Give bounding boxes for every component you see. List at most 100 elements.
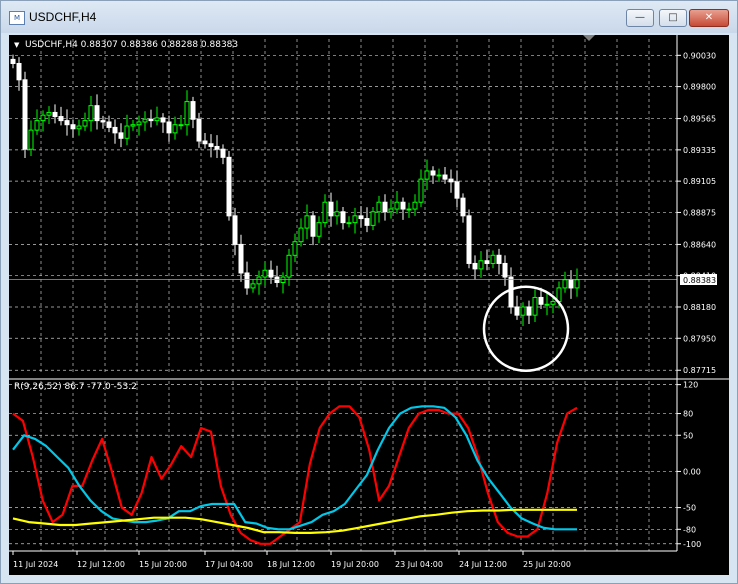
candle-down — [400, 201, 406, 210]
candle-up — [370, 211, 376, 226]
price-chart-title: USDCHF,H4 0.88307 0.88386 0.88288 0.8838… — [25, 40, 238, 50]
current-price-label: 0.88383 — [683, 276, 716, 285]
candle-up — [388, 208, 394, 213]
title-bar[interactable]: M USDCHF,H4 — □ ✕ — [1, 1, 737, 33]
candle-up — [130, 124, 136, 127]
chart-menu-arrow-icon[interactable]: ▼ — [14, 41, 20, 49]
candle-up — [574, 279, 580, 289]
candle-up — [256, 276, 262, 285]
candle-down — [10, 58, 16, 64]
candle-up — [418, 178, 424, 203]
candle-up — [286, 254, 292, 278]
time-tick-label: 25 Jul 20:00 — [523, 560, 571, 569]
candle-up — [280, 276, 286, 283]
candle-up — [262, 269, 268, 278]
price-tick-label: 0.88180 — [683, 303, 716, 312]
candle-down — [148, 118, 154, 122]
candle-down — [160, 117, 166, 123]
price-tick-label: 0.89800 — [683, 83, 716, 92]
candle-down — [196, 118, 202, 142]
osc-tick-label: 0.00 — [683, 467, 701, 476]
price-candles — [9, 54, 677, 372]
candle-up — [490, 254, 496, 264]
candle-down — [274, 276, 280, 283]
chart-area[interactable]: 0.90030 0.89800 0.89565 0.89335 0.89105 0.888… — [9, 35, 729, 575]
candle-down — [244, 272, 250, 289]
candle-up — [178, 124, 184, 127]
candle-down — [442, 174, 448, 180]
candle-up — [124, 125, 130, 139]
candle-down — [568, 279, 574, 289]
candle-down — [100, 120, 106, 123]
candle-down — [382, 201, 388, 213]
candle-down — [118, 132, 124, 139]
candle-up — [154, 117, 160, 122]
oscillator-line-3 — [12, 508, 577, 534]
price-tick-label: 0.87950 — [683, 334, 716, 343]
candle-up — [394, 201, 400, 210]
candle-down — [466, 215, 472, 264]
annotation-circle — [482, 285, 570, 372]
candle-up — [562, 279, 568, 289]
candle-up — [184, 101, 190, 126]
candle-up — [28, 129, 34, 150]
candle-up — [520, 306, 526, 316]
candle-down — [232, 215, 238, 245]
chart-canvas[interactable]: 0.90030 0.89800 0.89565 0.89335 0.89105 0.888… — [9, 35, 729, 575]
candle-down — [472, 262, 478, 270]
candle-up — [46, 111, 52, 116]
close-button[interactable]: ✕ — [689, 9, 729, 27]
price-tick-label: 0.89105 — [683, 177, 716, 186]
price-tick-label: 0.90030 — [683, 51, 716, 60]
candle-up — [424, 170, 430, 180]
candle-up — [172, 124, 178, 134]
candle-down — [526, 306, 532, 316]
candle-down — [208, 143, 214, 147]
candle-down — [226, 156, 232, 217]
candle-down — [514, 306, 520, 316]
price-tick-label: 0.87715 — [683, 366, 716, 375]
minimize-button[interactable]: — — [626, 9, 654, 27]
candle-down — [106, 121, 112, 128]
candle-down — [112, 126, 118, 134]
osc-tick-label: -50 — [683, 504, 696, 513]
candle-up — [544, 303, 550, 306]
candle-up — [34, 120, 40, 131]
candle-up — [142, 118, 148, 123]
candle-down — [22, 79, 28, 150]
candle-up — [532, 296, 538, 316]
time-tick-label: 17 Jul 04:00 — [205, 560, 253, 569]
candle-down — [508, 276, 514, 308]
candle-down — [496, 254, 502, 264]
time-tick-label: 18 Jul 12:00 — [267, 560, 315, 569]
candle-down — [340, 211, 346, 224]
candle-down — [58, 116, 64, 122]
time-tick-label: 19 Jul 20:00 — [331, 560, 379, 569]
candle-up — [298, 227, 304, 243]
candle-up — [436, 174, 442, 177]
candle-up — [334, 211, 340, 217]
time-tick-label: 15 Jul 20:00 — [139, 560, 187, 569]
candle-up — [82, 120, 88, 127]
restore-button[interactable]: □ — [659, 9, 687, 27]
candle-up — [346, 222, 352, 225]
candle-down — [454, 181, 460, 199]
candle-down — [448, 178, 454, 183]
price-tick-label: 0.88640 — [683, 240, 716, 249]
candle-up — [352, 215, 358, 224]
time-tick-label: 12 Jul 12:00 — [77, 560, 125, 569]
price-tick-label: 0.89565 — [683, 115, 716, 124]
candle-up — [88, 105, 94, 122]
candle-down — [268, 269, 274, 278]
candle-down — [64, 120, 70, 126]
candle-up — [478, 260, 484, 270]
price-tick-label: 0.88875 — [683, 208, 716, 217]
candle-up — [412, 201, 418, 210]
candle-down — [190, 101, 196, 120]
candle-down — [94, 105, 100, 122]
candle-down — [220, 148, 226, 158]
oscillator-title: R(9,26,52) 86.7 -77.0 -53.2 — [14, 382, 137, 392]
candle-up — [250, 283, 256, 289]
candle-down — [214, 145, 220, 150]
candle-down — [484, 260, 490, 264]
